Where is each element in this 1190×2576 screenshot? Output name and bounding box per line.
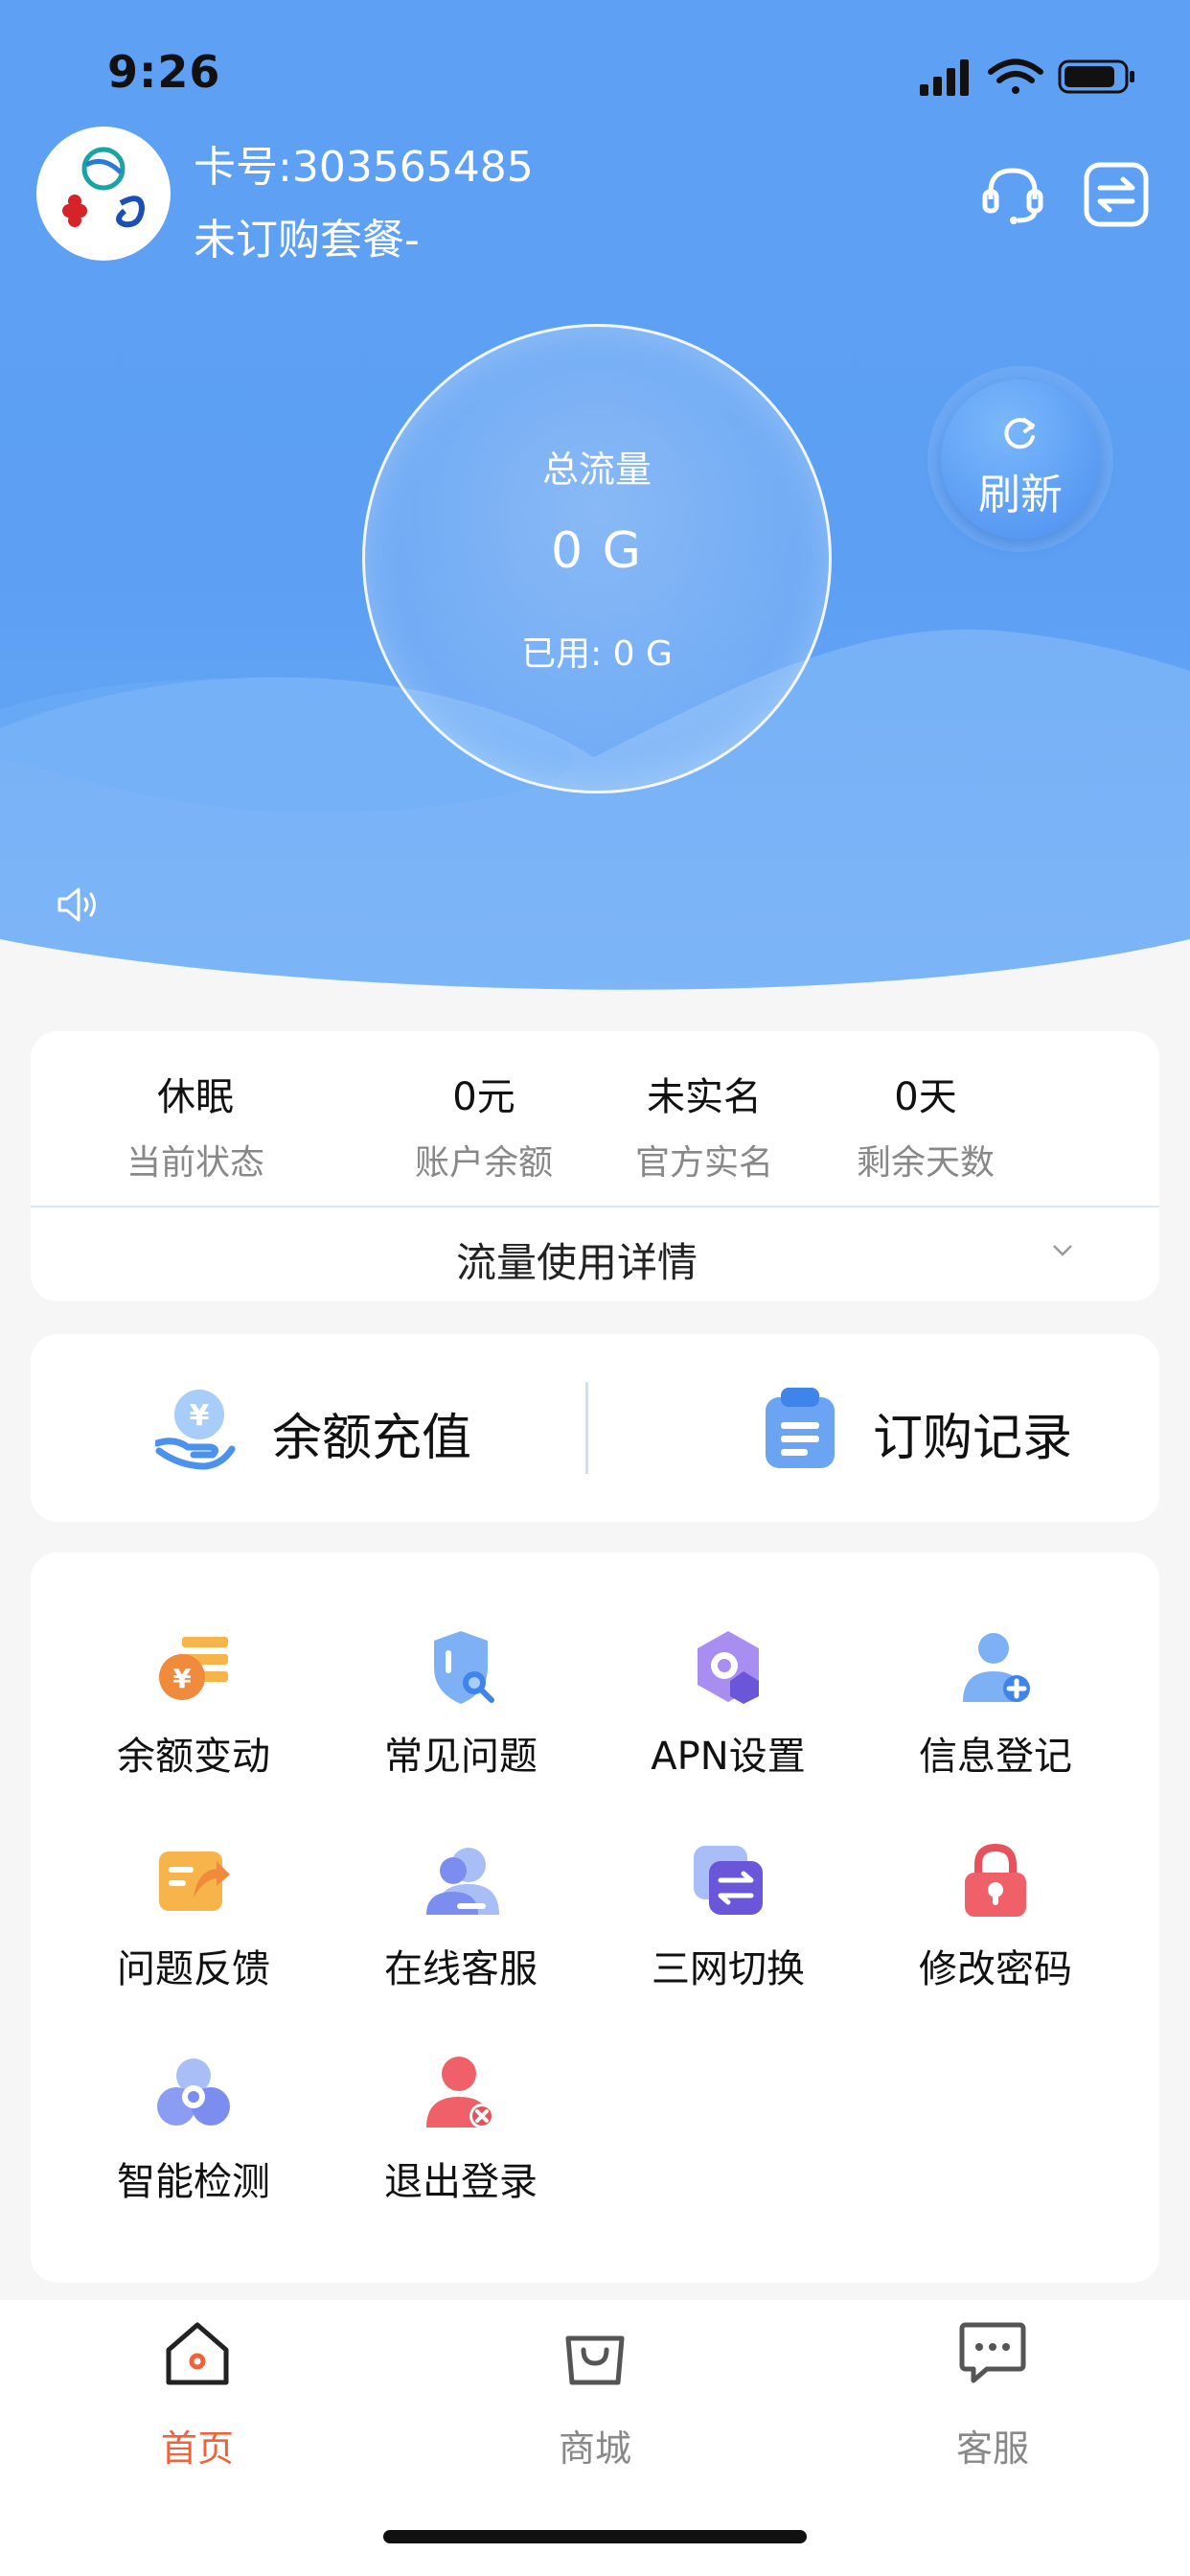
headset-icon [982, 168, 1043, 224]
tab-label: 首页 [160, 2427, 234, 2470]
menu-label: 退出登录 [384, 2160, 538, 2204]
menu-label: APN设置 [651, 1735, 806, 1779]
stat-days-left: 0天 剩余天数 [815, 1066, 1036, 1184]
stat-label: 官方实名 [634, 1143, 773, 1183]
chat-icon [959, 2322, 1026, 2383]
feedback-icon [159, 1852, 230, 1911]
menu-change-password[interactable]: 修改密码 [861, 1842, 1130, 2024]
menu-label: 信息登记 [919, 1735, 1072, 1779]
tab-mall[interactable]: 商城 [499, 2319, 691, 2472]
stat-label: 当前状态 [126, 1143, 264, 1183]
stat-status: 休眠 当前状态 [85, 1066, 306, 1184]
tab-label: 客服 [955, 2427, 1029, 2470]
refresh-button[interactable]: 刷新 [941, 380, 1100, 539]
recharge-button[interactable]: ¥ 余额充值 [31, 1334, 595, 1522]
user-logout-icon [426, 2057, 494, 2128]
menu-label: 问题反馈 [117, 1947, 270, 1991]
flow-total: 0 G [551, 522, 643, 580]
menu-online-service[interactable]: 在线客服 [327, 1842, 595, 2024]
speaker-icon[interactable] [56, 886, 100, 924]
card-number: 卡号:303565485 [194, 143, 534, 192]
menu-label: 修改密码 [919, 1947, 1072, 1991]
bag-icon [565, 2335, 625, 2385]
stat-realname: 未实名 官方实名 [594, 1066, 814, 1184]
wifi-icon [988, 58, 1043, 94]
plan-status: 未订购套餐- [194, 216, 420, 264]
menu-label: 三网切换 [652, 1947, 805, 1991]
stat-label: 剩余天数 [856, 1143, 995, 1183]
menu-apn-settings[interactable]: APN设置 [594, 1629, 862, 1811]
coin-list-icon: ¥ [159, 1637, 228, 1700]
tab-home[interactable]: 首页 [102, 2319, 293, 2472]
detect-icon [157, 2058, 230, 2126]
hexagon-settings-icon [698, 1631, 759, 1704]
support-button[interactable] [979, 161, 1046, 228]
svg-text:¥: ¥ [190, 1399, 210, 1433]
menu-network-switch[interactable]: 三网切换 [594, 1842, 862, 2024]
account-info-card: 休眠 当前状态 0元 账户余额 未实名 官方实名 0天 剩余天数 流量使用详情 [31, 1031, 1159, 1301]
switch-card-button[interactable] [1083, 161, 1150, 228]
menu-label: 常见问题 [384, 1735, 538, 1779]
menu-smart-detect[interactable]: 智能检测 [59, 2055, 328, 2237]
stat-value: 0天 [894, 1075, 957, 1119]
menu-feedback[interactable]: 问题反馈 [59, 1842, 328, 2024]
order-history-button[interactable]: 订购记录 [595, 1334, 1159, 1522]
menu-label: 在线客服 [384, 1947, 538, 1991]
menu-info-register[interactable]: 信息登记 [861, 1629, 1130, 1811]
lock-icon [965, 1843, 1026, 1917]
menu-label: 余额变动 [117, 1735, 270, 1779]
refresh-icon [1004, 418, 1035, 449]
tab-label: 商城 [558, 2427, 631, 2470]
battery-icon [1058, 59, 1134, 94]
function-grid: ¥ 余额变动 常见问题 APN设置 信息登记 问题反馈 在线客服 三网切换 修改… [31, 1552, 1159, 2283]
yuan-hand-icon: ¥ [155, 1390, 236, 1470]
stat-label: 账户余额 [414, 1143, 553, 1183]
tab-service[interactable]: 客服 [897, 2319, 1088, 2472]
divider [585, 1382, 588, 1474]
flow-circle: 总流量 0 G 已用: 0 G [362, 324, 832, 794]
menu-faq[interactable]: 常见问题 [327, 1629, 595, 1811]
menu-label: 智能检测 [117, 2160, 270, 2204]
carrier-logo [36, 126, 171, 261]
stat-value: 休眠 [157, 1075, 234, 1119]
stat-value: 未实名 [647, 1075, 762, 1119]
refresh-ring: 刷新 [927, 366, 1113, 552]
chevron-down-icon [1053, 1245, 1072, 1256]
quick-actions-card: ¥ 余额充值 订购记录 [31, 1334, 1159, 1522]
menu-balance-changes[interactable]: ¥ 余额变动 [59, 1629, 328, 1811]
switch-icon [1084, 162, 1149, 227]
status-icons [920, 58, 1134, 96]
flow-used: 已用: 0 G [521, 634, 673, 674]
status-time: 9:26 [107, 46, 221, 98]
user-add-icon [963, 1633, 1030, 1702]
stat-value: 0元 [452, 1075, 515, 1119]
svg-text:¥: ¥ [172, 1663, 192, 1694]
order-history-label: 订购记录 [873, 1410, 1073, 1467]
clipboard-icon [766, 1388, 835, 1468]
signal-icon [920, 59, 969, 96]
stat-balance: 0元 账户余额 [374, 1066, 594, 1184]
home-indicator [383, 2530, 807, 2543]
refresh-label: 刷新 [978, 471, 1063, 519]
home-icon [166, 2322, 229, 2385]
menu-logout[interactable]: 退出登录 [327, 2055, 595, 2237]
flow-title: 总流量 [541, 448, 652, 491]
recharge-label: 余额充值 [272, 1410, 472, 1467]
network-switch-icon [694, 1846, 763, 1915]
usage-detail-label: 流量使用详情 [455, 1239, 698, 1286]
agent-icon [426, 1848, 499, 1915]
usage-detail-toggle[interactable]: 流量使用详情 [31, 1208, 1159, 1301]
shield-search-icon [434, 1631, 494, 1704]
